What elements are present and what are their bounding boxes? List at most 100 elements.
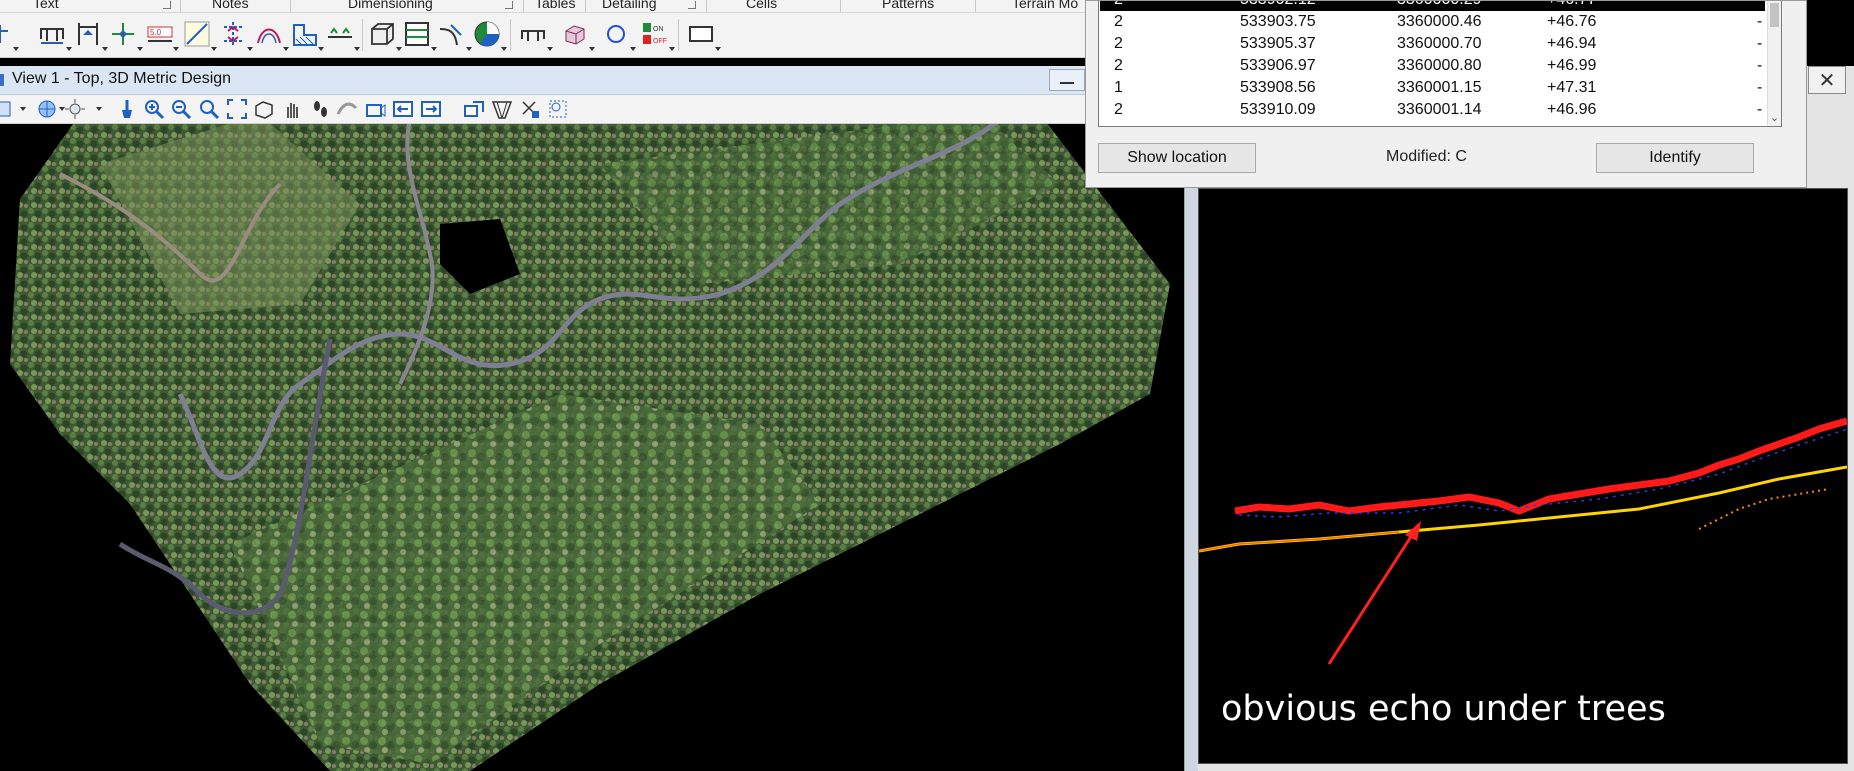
cell-y: 3360000.70 <box>1397 35 1482 52</box>
ribbon-group-notes[interactable]: Notes <box>212 0 249 11</box>
zoom-in-icon[interactable] <box>143 98 165 120</box>
cell-y: 3360001.15 <box>1397 79 1482 96</box>
cell-flag: - <box>1757 57 1763 74</box>
cell-y: 3360000.29 <box>1397 1 1482 9</box>
ribbon-group-terrain[interactable]: Terrain Mo <box>1012 0 1078 11</box>
cell-flag: - <box>1757 101 1763 118</box>
next-icon[interactable] <box>420 98 442 120</box>
cell-z: +47.31 <box>1547 79 1597 96</box>
brush-icon[interactable] <box>116 98 138 120</box>
table-row[interactable]: 2 533902.12 3360000.29 +46.77 - <box>1100 1 1765 11</box>
cell-flag: - <box>1757 1 1762 9</box>
cell-class: 2 <box>1114 13 1123 30</box>
clip-select-icon[interactable] <box>547 98 569 120</box>
window-icon[interactable] <box>198 98 220 120</box>
cell-class: 2 <box>1114 101 1123 118</box>
svg-text:5.0: 5.0 <box>150 28 162 37</box>
table-icon[interactable] <box>402 19 432 49</box>
scrollbar-thumb[interactable] <box>1770 3 1779 27</box>
svg-text:OFF: OFF <box>653 38 667 45</box>
dimension-icon[interactable] <box>73 19 103 49</box>
minimize-button[interactable] <box>1049 69 1085 91</box>
cell-z: +46.77 <box>1547 1 1596 9</box>
rectangle-icon[interactable] <box>686 19 716 49</box>
stretch-icon[interactable] <box>218 19 248 49</box>
group-launcher-icon[interactable] <box>688 1 696 9</box>
ribbon-tools: 5.0 ON OFF <box>0 13 1100 58</box>
text-style-icon[interactable]: 5.0 <box>145 19 175 49</box>
dimension-icon[interactable] <box>37 19 67 49</box>
on-off-icon[interactable]: ON OFF <box>640 19 670 49</box>
globe-icon[interactable] <box>36 98 58 120</box>
place-note-icon[interactable] <box>0 19 8 49</box>
ribbon-group-tables[interactable]: Tables <box>535 0 575 11</box>
zoom-out-icon[interactable] <box>170 98 192 120</box>
cell-x: 533905.37 <box>1240 35 1316 52</box>
ribbon-group-cells[interactable]: Cells <box>746 0 777 11</box>
pie-icon[interactable] <box>472 19 502 49</box>
cell-class: 1 <box>1114 79 1123 96</box>
table-row[interactable]: 2 533905.37 3360000.70 +46.94 - <box>1100 33 1765 55</box>
clip-mask-icon[interactable] <box>519 98 541 120</box>
ribbon-group-detailing[interactable]: Detailing <box>602 0 656 11</box>
cell-y: 3360000.46 <box>1397 13 1482 30</box>
axis-icon[interactable] <box>108 19 138 49</box>
fit-icon[interactable] <box>226 98 248 120</box>
pan-icon[interactable] <box>281 98 303 120</box>
cell-y: 3360001.14 <box>1397 101 1482 118</box>
cell-x: 533903.75 <box>1240 13 1316 30</box>
group-launcher-icon[interactable] <box>505 1 513 9</box>
group-launcher-icon[interactable] <box>163 1 171 9</box>
walk-icon[interactable] <box>309 98 331 120</box>
identify-dialog: 2 533902.12 3360000.29 +46.77 - 2 533903… <box>1085 0 1807 188</box>
clip-icon[interactable] <box>491 98 513 120</box>
rotate-icon[interactable] <box>253 98 275 120</box>
cell-z: +46.76 <box>1547 13 1597 30</box>
box-icon[interactable] <box>367 19 397 49</box>
cell-flag: - <box>1757 35 1763 52</box>
show-location-button[interactable]: Show location <box>1098 143 1256 173</box>
cell-x: 533906.97 <box>1240 57 1316 74</box>
fly-icon[interactable] <box>336 98 358 120</box>
modified-status: Modified: C <box>1386 148 1467 165</box>
circle-icon[interactable] <box>601 19 631 49</box>
measure-icon[interactable] <box>325 19 355 49</box>
cell-z: +46.96 <box>1547 101 1597 118</box>
view-attributes-icon[interactable] <box>0 98 16 120</box>
points-table[interactable]: 2 533902.12 3360000.29 +46.77 - 2 533903… <box>1098 1 1782 127</box>
copy-view-icon[interactable] <box>463 98 485 120</box>
cell-z: +46.99 <box>1547 57 1597 74</box>
cell-class: 2 <box>1114 57 1123 74</box>
line-icon[interactable] <box>182 19 212 49</box>
view-icon[interactable] <box>518 19 548 49</box>
box-icon[interactable] <box>560 19 590 49</box>
table-row[interactable]: 2 533903.75 3360000.46 +46.76 - <box>1100 11 1765 33</box>
ribbon-group-text[interactable]: Text <box>33 0 59 11</box>
curve-icon[interactable] <box>254 19 284 49</box>
view-toolbar <box>0 95 1184 124</box>
element-icon[interactable] <box>437 19 467 49</box>
ribbon-group-labels: Text Notes Dimensioning Tables Detailing… <box>0 0 1100 13</box>
table-row[interactable]: 2 533910.09 3360001.14 +46.96 - <box>1100 99 1765 121</box>
svg-text:ON: ON <box>653 26 664 33</box>
table-row[interactable]: 2 533906.97 3360000.80 +46.99 - <box>1100 55 1765 77</box>
annotation-text: obvious echo under trees <box>1221 689 1666 729</box>
profile-view[interactable]: obvious echo under trees <box>1198 188 1848 764</box>
camera-icon[interactable] <box>364 98 386 120</box>
table-scrollbar[interactable]: ⌄ <box>1767 1 1781 126</box>
identify-button[interactable]: Identify <box>1596 143 1754 173</box>
ribbon-group-patterns[interactable]: Patterns <box>882 0 934 11</box>
view-title-bar[interactable]: View 1 - Top, 3D Metric Design <box>0 66 1184 95</box>
cell-flag: - <box>1757 79 1763 96</box>
ribbon-group-dimensioning[interactable]: Dimensioning <box>348 0 433 11</box>
cell-class: 2 <box>1114 35 1123 52</box>
previous-icon[interactable] <box>392 98 414 120</box>
cell-y: 3360000.80 <box>1397 57 1482 74</box>
cell-flag: - <box>1757 13 1763 30</box>
chevron-down-icon[interactable]: ⌄ <box>1768 111 1781 124</box>
close-button[interactable]: ✕ <box>1808 66 1846 94</box>
table-row[interactable]: 1 533908.56 3360001.15 +47.31 - <box>1100 77 1765 99</box>
hatch-icon[interactable] <box>290 19 320 49</box>
point-cloud-view[interactable] <box>0 124 1184 771</box>
light-icon[interactable] <box>64 98 86 120</box>
